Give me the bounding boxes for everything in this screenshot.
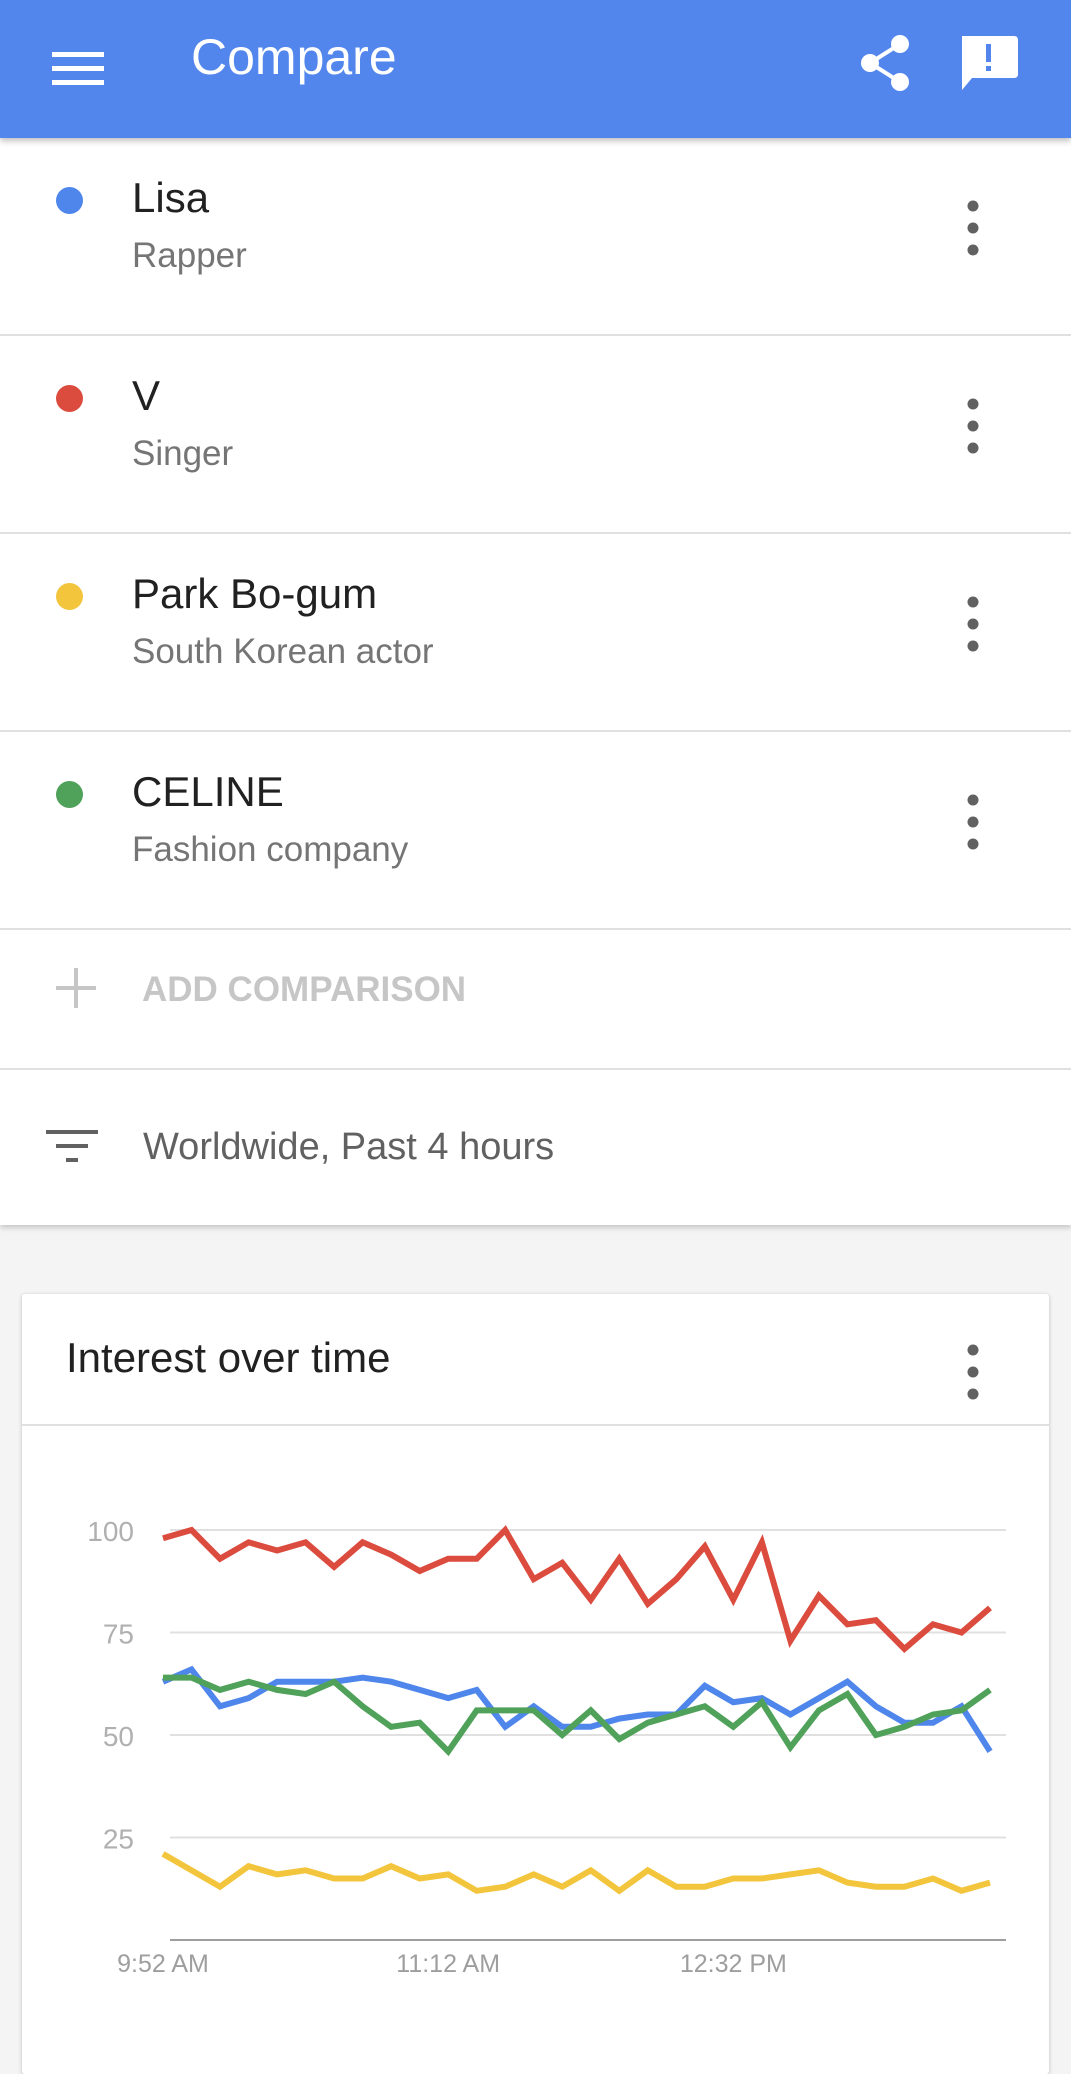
x-tick-label: 11:12 AM [396, 1950, 500, 1978]
comparison-list: Lisa Rapper V Singer Park Bo-gum South K… [0, 138, 1071, 1225]
add-comparison-button[interactable]: ADD COMPARISON [0, 916, 1071, 1070]
interest-line-chart: 25 50 75 100 9:52 AM 11:12 AM 12:32 PM [87, 1516, 1006, 1978]
term-category: Singer [132, 434, 234, 473]
y-tick-label: 100 [87, 1516, 134, 1547]
x-tick-label: 9:52 AM [117, 1950, 209, 1978]
share-icon[interactable] [852, 30, 918, 96]
more-vert-icon[interactable] [950, 588, 996, 660]
more-vert-icon[interactable] [950, 390, 996, 462]
more-vert-icon[interactable] [950, 786, 996, 858]
page-title: Compare [191, 29, 397, 85]
term-category: Rapper [132, 236, 247, 275]
series-line-park-bo-gum [161, 1851, 991, 1895]
term-name: V [132, 372, 161, 419]
term-category: Fashion company [132, 830, 409, 869]
comparison-item-celine[interactable]: CELINE Fashion company [0, 732, 1071, 930]
term-name: Park Bo-gum [132, 570, 378, 617]
series-color-dot [56, 781, 83, 808]
filter-label: Worldwide, Past 4 hours [143, 1126, 555, 1168]
y-tick-label: 50 [103, 1721, 134, 1752]
series-color-dot [56, 583, 83, 610]
term-name: Lisa [132, 174, 210, 221]
plus-icon [56, 968, 96, 1008]
series-line-v [162, 1525, 992, 1653]
app-bar: Compare [0, 0, 1071, 138]
y-tick-label: 75 [103, 1619, 134, 1650]
comparison-item-lisa[interactable]: Lisa Rapper [0, 138, 1071, 336]
add-comparison-label: ADD COMPARISON [142, 970, 467, 1009]
term-name: CELINE [132, 768, 284, 815]
series-color-dot [56, 385, 83, 412]
filter-icon [46, 1130, 98, 1162]
x-tick-label: 12:32 PM [680, 1950, 787, 1978]
comparison-item-v[interactable]: V Singer [0, 336, 1071, 534]
filter-row[interactable]: Worldwide, Past 4 hours [0, 1070, 1071, 1225]
series-color-dot [56, 187, 83, 214]
y-tick-label: 25 [103, 1824, 134, 1855]
menu-icon[interactable] [40, 36, 116, 100]
more-vert-icon[interactable] [950, 192, 996, 264]
term-category: South Korean actor [132, 632, 434, 671]
interest-over-time-card: Interest over time 25 50 75 100 9:52 AM 11:12… [22, 1294, 1049, 2074]
feedback-icon[interactable] [952, 30, 1024, 96]
series-line-lisa [161, 1665, 993, 1754]
series-line-celine [163, 1674, 992, 1757]
comparison-item-park-bo-gum[interactable]: Park Bo-gum South Korean actor [0, 534, 1071, 732]
